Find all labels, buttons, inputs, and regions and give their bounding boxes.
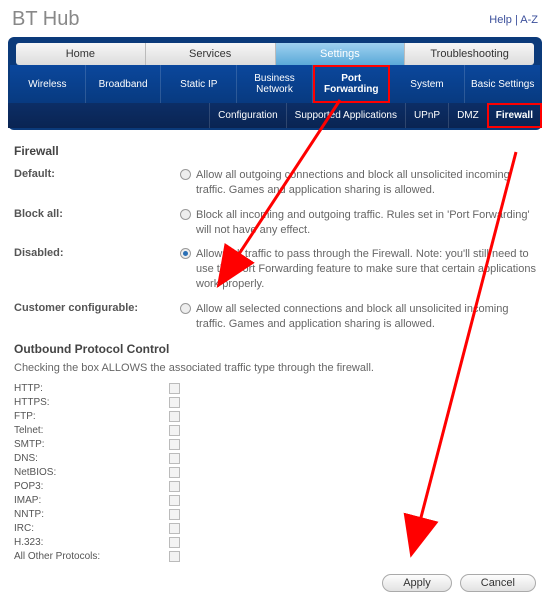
- tert-firewall[interactable]: Firewall: [487, 103, 542, 128]
- option-label: Disabled:: [14, 247, 174, 259]
- help-links: Help | A-Z: [489, 14, 538, 26]
- radio-block-all[interactable]: [180, 209, 191, 220]
- protocol-label: SMTP:: [14, 439, 169, 450]
- section-heading-firewall: Firewall: [14, 144, 536, 158]
- option-label: Customer configurable:: [14, 302, 174, 314]
- radio-disabled[interactable]: [180, 248, 191, 259]
- protocol-checkbox[interactable]: [169, 551, 180, 562]
- tert-dmz[interactable]: DMZ: [448, 103, 487, 128]
- nav-secondary: Wireless Broadband Static IP Business Ne…: [10, 65, 540, 103]
- az-link[interactable]: A-Z: [520, 14, 538, 26]
- protocol-row: DNS:: [14, 452, 536, 466]
- protocol-checkbox[interactable]: [169, 425, 180, 436]
- protocol-checkbox[interactable]: [169, 411, 180, 422]
- protocol-row: POP3:: [14, 480, 536, 494]
- protocol-checkbox[interactable]: [169, 467, 180, 478]
- tert-configuration[interactable]: Configuration: [209, 103, 285, 128]
- protocol-label: All Other Protocols:: [14, 551, 169, 562]
- protocol-row: NNTP:: [14, 508, 536, 522]
- help-link[interactable]: Help: [489, 14, 512, 26]
- content-area: Firewall Default: Allow all outgoing con…: [0, 130, 550, 568]
- subtab-port-forwarding[interactable]: Port Forwarding: [313, 65, 390, 103]
- page-title: BT Hub: [12, 8, 79, 31]
- protocol-row: Telnet:: [14, 424, 536, 438]
- protocol-row: H.323:: [14, 536, 536, 550]
- option-block-all: Block all: Block all incoming and outgoi…: [14, 208, 536, 238]
- protocol-row: SMTP:: [14, 438, 536, 452]
- protocol-checkbox[interactable]: [169, 495, 180, 506]
- option-desc: Allows all traffic to pass through the F…: [196, 247, 536, 292]
- protocol-label: IMAP:: [14, 495, 169, 506]
- tab-home[interactable]: Home: [16, 43, 146, 65]
- section-heading-outbound: Outbound Protocol Control: [14, 342, 536, 356]
- protocol-checkbox[interactable]: [169, 383, 180, 394]
- protocol-checkbox[interactable]: [169, 439, 180, 450]
- apply-button[interactable]: Apply: [382, 574, 452, 592]
- nav-tertiary: Configuration Supported Applications UPn…: [8, 103, 542, 128]
- outbound-description: Checking the box ALLOWS the associated t…: [14, 362, 536, 374]
- protocol-row: HTTPS:: [14, 396, 536, 410]
- action-bar: Apply Cancel: [0, 568, 550, 592]
- option-default: Default: Allow all outgoing connections …: [14, 168, 536, 198]
- protocol-checkbox[interactable]: [169, 481, 180, 492]
- protocol-label: IRC:: [14, 523, 169, 534]
- protocol-row: IMAP:: [14, 494, 536, 508]
- subtab-static-ip[interactable]: Static IP: [161, 65, 237, 103]
- protocol-label: FTP:: [14, 411, 169, 422]
- protocol-label: NNTP:: [14, 509, 169, 520]
- main-nav: Home Services Settings Troubleshooting W…: [8, 37, 542, 130]
- protocol-label: POP3:: [14, 481, 169, 492]
- subtab-business-network[interactable]: Business Network: [237, 65, 313, 103]
- protocol-label: Telnet:: [14, 425, 169, 436]
- option-disabled: Disabled: Allows all traffic to pass thr…: [14, 247, 536, 292]
- nav-primary: Home Services Settings Troubleshooting: [16, 43, 534, 65]
- protocol-label: H.323:: [14, 537, 169, 548]
- option-desc: Allow all selected connections and block…: [196, 302, 536, 332]
- subtab-broadband[interactable]: Broadband: [86, 65, 162, 103]
- protocol-row: IRC:: [14, 522, 536, 536]
- radio-customer[interactable]: [180, 303, 191, 314]
- protocol-label: DNS:: [14, 453, 169, 464]
- cancel-button[interactable]: Cancel: [460, 574, 536, 592]
- option-desc: Block all incoming and outgoing traffic.…: [196, 208, 536, 238]
- protocol-row: FTP:: [14, 410, 536, 424]
- subtab-wireless[interactable]: Wireless: [10, 65, 86, 103]
- protocol-label: NetBIOS:: [14, 467, 169, 478]
- tert-supported-applications[interactable]: Supported Applications: [286, 103, 405, 128]
- protocol-checkbox[interactable]: [169, 453, 180, 464]
- protocol-row: All Other Protocols:: [14, 550, 536, 564]
- protocol-label: HTTPS:: [14, 397, 169, 408]
- subtab-system[interactable]: System: [390, 65, 466, 103]
- option-label: Block all:: [14, 208, 174, 220]
- protocol-row: HTTP:: [14, 382, 536, 396]
- protocol-list: HTTP: HTTPS: FTP: Telnet: SMTP: DNS: NetBIOS: P…: [14, 382, 536, 564]
- protocol-checkbox[interactable]: [169, 397, 180, 408]
- option-customer-configurable: Customer configurable: Allow all selecte…: [14, 302, 536, 332]
- radio-default[interactable]: [180, 169, 191, 180]
- tab-settings[interactable]: Settings: [276, 43, 406, 65]
- option-desc: Allow all outgoing connections and block…: [196, 168, 536, 198]
- protocol-checkbox[interactable]: [169, 523, 180, 534]
- protocol-checkbox[interactable]: [169, 537, 180, 548]
- subtab-basic-settings[interactable]: Basic Settings: [465, 65, 540, 103]
- tert-upnp[interactable]: UPnP: [405, 103, 448, 128]
- protocol-row: NetBIOS:: [14, 466, 536, 480]
- protocol-checkbox[interactable]: [169, 509, 180, 520]
- tab-troubleshooting[interactable]: Troubleshooting: [405, 43, 534, 65]
- tab-services[interactable]: Services: [146, 43, 276, 65]
- protocol-label: HTTP:: [14, 383, 169, 394]
- option-label: Default:: [14, 168, 174, 180]
